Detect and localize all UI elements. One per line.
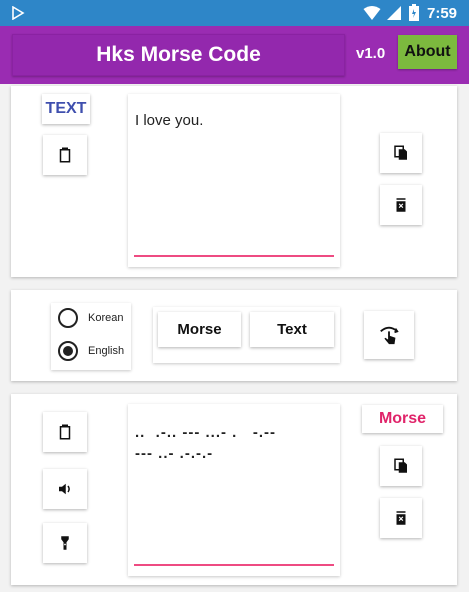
app-title-box: Hks Morse Code bbox=[12, 34, 345, 76]
flashlight-button[interactable] bbox=[43, 523, 87, 563]
controls-card: Korean English Morse Text bbox=[11, 290, 457, 381]
to-morse-button[interactable]: Morse bbox=[158, 312, 241, 347]
delete-icon bbox=[396, 198, 406, 212]
copy-icon bbox=[394, 145, 407, 160]
signal-icon bbox=[387, 6, 401, 20]
radio-english[interactable]: English bbox=[58, 341, 124, 361]
copy-morse-button[interactable] bbox=[380, 446, 422, 486]
to-text-button[interactable]: Text bbox=[250, 312, 334, 347]
text-input-area[interactable]: I love you. bbox=[128, 94, 340, 267]
flashlight-icon bbox=[61, 536, 69, 550]
copy-icon bbox=[394, 458, 407, 473]
clipboard-icon bbox=[59, 147, 71, 163]
text-input-underline bbox=[134, 255, 334, 257]
touch-swap-icon bbox=[380, 326, 399, 345]
morse-output-card: .. .-.. --- ...- . -.-- --- ..- .-.-.- M… bbox=[11, 394, 457, 585]
language-radio-group: Korean English bbox=[51, 303, 131, 370]
status-bar: 7:59 bbox=[0, 0, 469, 26]
clear-text-button[interactable] bbox=[380, 185, 422, 225]
about-button[interactable]: About bbox=[398, 35, 457, 69]
text-mode-label: TEXT bbox=[42, 94, 90, 124]
play-store-icon bbox=[12, 6, 25, 20]
clock: 7:59 bbox=[427, 5, 458, 22]
text-input-value: I love you. bbox=[135, 112, 204, 129]
morse-output-area[interactable]: .. .-.. --- ...- . -.-- --- ..- .-.-.- bbox=[128, 404, 340, 576]
radio-english-label: English bbox=[88, 345, 125, 357]
morse-output-value: .. .-.. --- ...- . -.-- --- ..- .-.-.- bbox=[135, 424, 276, 462]
text-input-card: TEXT I love you. bbox=[11, 86, 457, 277]
speaker-icon bbox=[59, 483, 70, 495]
radio-korean[interactable]: Korean bbox=[58, 308, 123, 328]
radio-korean-circle[interactable] bbox=[58, 308, 78, 328]
delete-icon bbox=[396, 511, 406, 525]
morse-output-underline bbox=[134, 564, 334, 566]
version-label: v1.0 bbox=[356, 45, 386, 62]
morse-mode-label: Morse bbox=[362, 405, 443, 433]
morse-label: Morse bbox=[378, 410, 427, 427]
text-label: TEXT bbox=[45, 100, 87, 117]
mode-buttons-group: Morse Text bbox=[153, 307, 340, 363]
paste-morse-button[interactable] bbox=[43, 412, 87, 452]
radio-english-circle[interactable] bbox=[58, 341, 78, 361]
play-sound-button[interactable] bbox=[43, 469, 87, 509]
to-text-label: Text bbox=[277, 321, 307, 338]
copy-text-button[interactable] bbox=[380, 133, 422, 173]
swap-touch-button[interactable] bbox=[364, 311, 414, 359]
app-title: Hks Morse Code bbox=[96, 43, 261, 66]
app-bar: Hks Morse Code v1.0 About bbox=[0, 26, 469, 84]
wifi-icon bbox=[363, 6, 381, 20]
to-morse-label: Morse bbox=[177, 321, 222, 338]
clipboard-icon bbox=[59, 424, 71, 440]
radio-korean-label: Korean bbox=[88, 312, 124, 324]
paste-text-button[interactable] bbox=[43, 135, 87, 175]
clear-morse-button[interactable] bbox=[380, 498, 422, 538]
battery-icon bbox=[409, 4, 419, 21]
